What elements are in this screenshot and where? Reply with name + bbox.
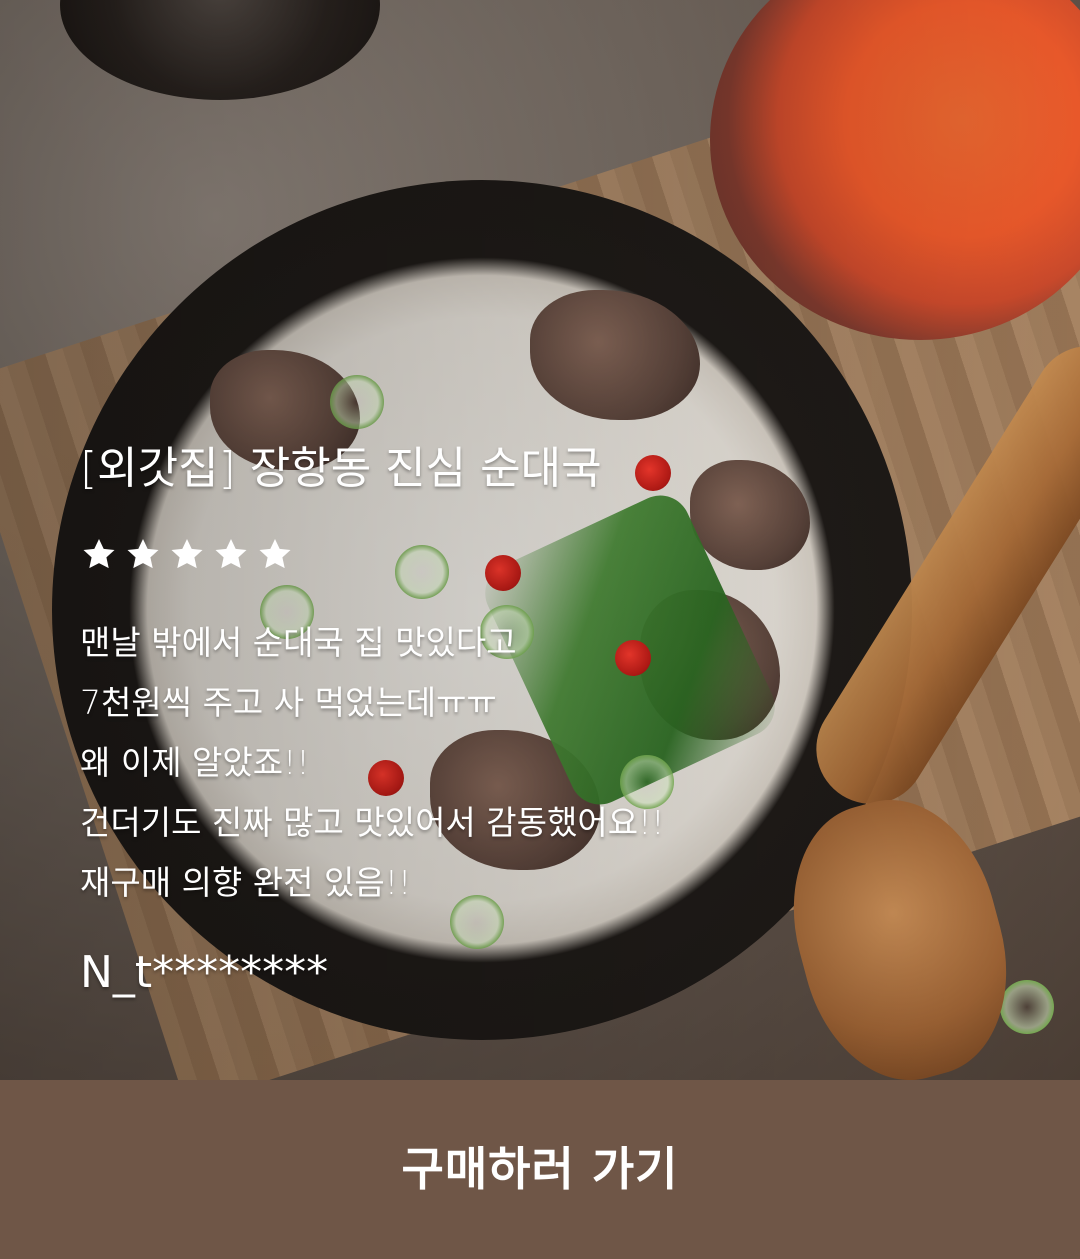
star-icon <box>127 538 159 568</box>
food-hero-image: [외갓집] 장항동 진심 순대국 맨날 밖에서 순대국 집 맛있다고 7천원씩 … <box>0 0 1080 1080</box>
review-line: 재구매 의향 완전 있음!! <box>80 862 412 902</box>
star-icon <box>83 538 115 568</box>
star-icon <box>215 538 247 568</box>
buy-button[interactable]: 구매하러 가기 <box>0 1080 1080 1259</box>
review-line: 맨날 밖에서 순대국 집 맛있다고 <box>80 622 517 662</box>
review-line: 건더기도 진짜 많고 맛있어서 감동했어요!! <box>80 802 665 842</box>
buy-button-label: 구매하러 가기 <box>401 1141 679 1196</box>
star-icon <box>259 538 291 568</box>
review-line: 왜 이제 알았죠!! <box>80 742 310 782</box>
product-title: [외갓집] 장항동 진심 순대국 <box>80 443 602 494</box>
star-icon <box>171 538 203 568</box>
reviewer-id: N_t******** <box>80 946 329 998</box>
review-text: 맨날 밖에서 순대국 집 맛있다고 7천원씩 주고 사 먹었는데ㅠㅠ 왜 이제 … <box>80 613 1000 913</box>
star-rating <box>80 535 1000 573</box>
review-line: 7천원씩 주고 사 먹었는데ㅠㅠ <box>80 682 497 722</box>
review-card: [외갓집] 장항동 진심 순대국 맨날 밖에서 순대국 집 맛있다고 7천원씩 … <box>80 443 1000 998</box>
